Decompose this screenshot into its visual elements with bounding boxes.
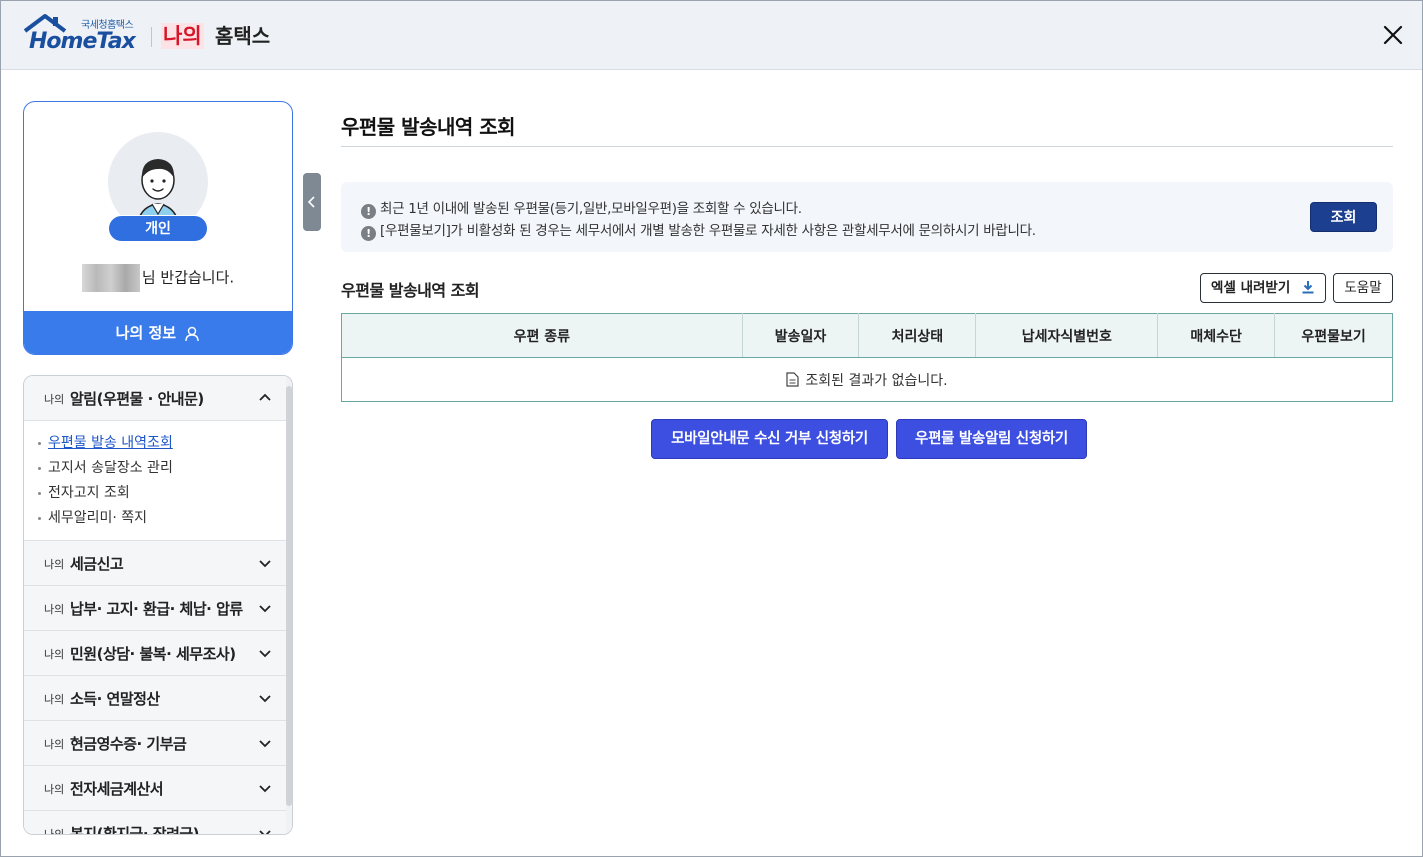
column-header-send-date: 발송일자 [742,313,860,358]
section-title: 우편물 발송내역 조회 [341,281,480,300]
mail-alert-apply-button[interactable]: 우편물 발송알림 신청하기 [896,419,1087,459]
menu-prefix: 나의 [44,783,65,796]
sidebar-menu: 나의 알림(우편물 · 안내문) 우편물 발송 내역조회 고지서 송달장소 관리… [23,375,293,835]
table-header-row: 우편 종류 발송일자 처리상태 납세자식별번호 매체수단 우편물보기 [341,313,1393,358]
bullet-dot [38,442,41,445]
warning-icon: ! [361,226,376,241]
notice-text: [우편물보기]가 비활성화 된 경우는 세무서에서 개별 발송한 우편물로 자세… [380,223,1036,239]
page-title: 우편물 발송내역 조회 [341,115,516,139]
blurred-user-name [81,264,140,292]
mail-history-table: 우편 종류 발송일자 처리상태 납세자식별번호 매체수단 우편물보기 조회된 결… [341,313,1393,402]
greeting-text: 님 반갑습니다. [141,268,235,287]
app-window: 국세청홈택스 HomeTax 나의 홈택스 개인 님 반갑습니다. 나의 정보 … [0,0,1423,857]
chevron-down-icon [259,605,271,613]
bullet-dot [38,492,41,495]
bullet-dot [38,517,41,520]
my-info-label: 나의 정보 [115,324,177,342]
person-icon [185,326,200,341]
menu-prefix: 나의 [44,558,65,571]
menu-section-income[interactable]: 나의 소득· 연말정산 [24,676,288,721]
greeting: 님 반갑습니다. [24,264,292,292]
menu-section-title: 소득· 연말정산 [70,690,160,708]
empty-result-cell: 조회된 결과가 없습니다. [342,358,1393,402]
chevron-down-icon [259,695,271,703]
notification-submenu: 우편물 발송 내역조회 고지서 송달장소 관리 전자고지 조회 세무알리미· 쪽… [24,421,288,541]
header-bar: 국세청홈택스 HomeTax 나의 홈택스 [1,1,1422,70]
menu-section-civil[interactable]: 나의 민원(상담· 불복· 세무조사) [24,631,288,676]
submenu-mail-history[interactable]: 우편물 발송 내역조회 [24,433,288,458]
warning-icon: ! [361,204,376,219]
notice-line: ! [우편물보기]가 비활성화 된 경우는 세무서에서 개별 발송한 우편물로 자… [361,219,1036,241]
help-button[interactable]: 도움말 [1333,273,1393,303]
submenu-e-notice[interactable]: 전자고지 조회 [24,483,288,508]
menu-prefix: 나의 [44,828,65,835]
column-header-status: 처리상태 [858,313,977,358]
column-header-medium: 매체수단 [1157,313,1276,358]
menu-section-title: 알림(우편물 · 안내문) [70,390,204,408]
submenu-label: 세무알리미· 쪽지 [48,510,148,526]
empty-result-message: 조회된 결과가 없습니다. [805,372,948,389]
sidebar-collapse-button[interactable] [303,173,321,231]
hometax-logo[interactable]: 국세청홈택스 HomeTax [23,13,143,55]
title-divider [341,146,1393,147]
menu-prefix: 나의 [44,603,65,616]
user-type-badge: 개인 [108,215,208,242]
menu-section-e-invoice[interactable]: 나의 전자세금계산서 [24,766,288,811]
menu-section-notification[interactable]: 나의 알림(우편물 · 안내문) [24,376,288,421]
submenu-tax-alert[interactable]: 세무알리미· 쪽지 [24,508,288,533]
notice-text: 최근 1년 이내에 발송된 우편물(등기,일반,모바일우편)을 조회할 수 있습… [380,201,802,217]
submenu-delivery-address[interactable]: 고지서 송달장소 관리 [24,458,288,483]
menu-prefix: 나의 [44,738,65,751]
submenu-label: 고지서 송달장소 관리 [48,460,173,476]
menu-section-title: 현금영수증· 기부금 [70,735,187,753]
menu-prefix: 나의 [44,693,65,706]
column-header-mail-type: 우편 종류 [341,313,743,358]
submenu-label: 전자고지 조회 [48,485,130,501]
my-label: 나의 [161,23,204,49]
chevron-down-icon [259,785,271,793]
my-info-button[interactable]: 나의 정보 [24,311,292,354]
chevron-down-icon [259,740,271,748]
column-header-taxpayer-id: 납세자식별번호 [975,313,1159,358]
download-icon [1302,281,1314,294]
submenu-label: 우편물 발송 내역조회 [48,435,173,451]
notice-box: ! 최근 1년 이내에 발송된 우편물(등기,일반,모바일우편)을 조회할 수 있… [341,182,1393,252]
chevron-down-icon [259,560,271,568]
menu-section-welfare[interactable]: 나의 복지(환지급· 장려금) [24,811,288,835]
profile-card: 개인 님 반갑습니다. 나의 정보 [23,101,293,355]
menu-section-title: 민원(상담· 불복· 세무조사) [70,645,236,663]
document-icon [786,371,800,387]
excel-download-label: 엑셀 내려받기 [1211,280,1291,296]
menu-section-title: 납부· 고지· 환급· 체납· 압류 [70,600,243,618]
chevron-left-icon [307,196,315,208]
menu-section-receipt[interactable]: 나의 현금영수증· 기부금 [24,721,288,766]
logo-wordmark: HomeTax [29,29,136,54]
menu-section-tax-filing[interactable]: 나의 세금신고 [24,541,288,586]
menu-section-title: 세금신고 [70,555,124,573]
menu-section-title: 복지(환지급· 장려금) [70,825,200,835]
menu-section-title: 전자세금계산서 [70,780,164,798]
search-button[interactable]: 조회 [1310,202,1377,232]
chevron-up-icon [259,393,271,401]
menu-prefix: 나의 [44,648,65,661]
menu-section-payment[interactable]: 나의 납부· 고지· 환급· 체납· 압류 [24,586,288,631]
service-title: 홈택스 [215,24,271,48]
bullet-dot [38,467,41,470]
sidebar-scrollbar[interactable] [286,376,292,834]
column-header-view-mail: 우편물보기 [1274,313,1393,358]
excel-download-button[interactable]: 엑셀 내려받기 [1200,273,1326,303]
chevron-down-icon [259,830,271,834]
chevron-down-icon [259,650,271,658]
mobile-notice-refuse-button[interactable]: 모바일안내문 수신 거부 신청하기 [651,419,888,459]
close-icon [1383,25,1403,45]
logo-divider [151,27,152,47]
close-button[interactable] [1381,23,1405,47]
scrollbar-thumb[interactable] [286,386,292,806]
notice-line: ! 최근 1년 이내에 발송된 우편물(등기,일반,모바일우편)을 조회할 수 있… [361,197,802,219]
table-row: 조회된 결과가 없습니다. [342,358,1393,402]
menu-prefix: 나의 [44,393,65,406]
